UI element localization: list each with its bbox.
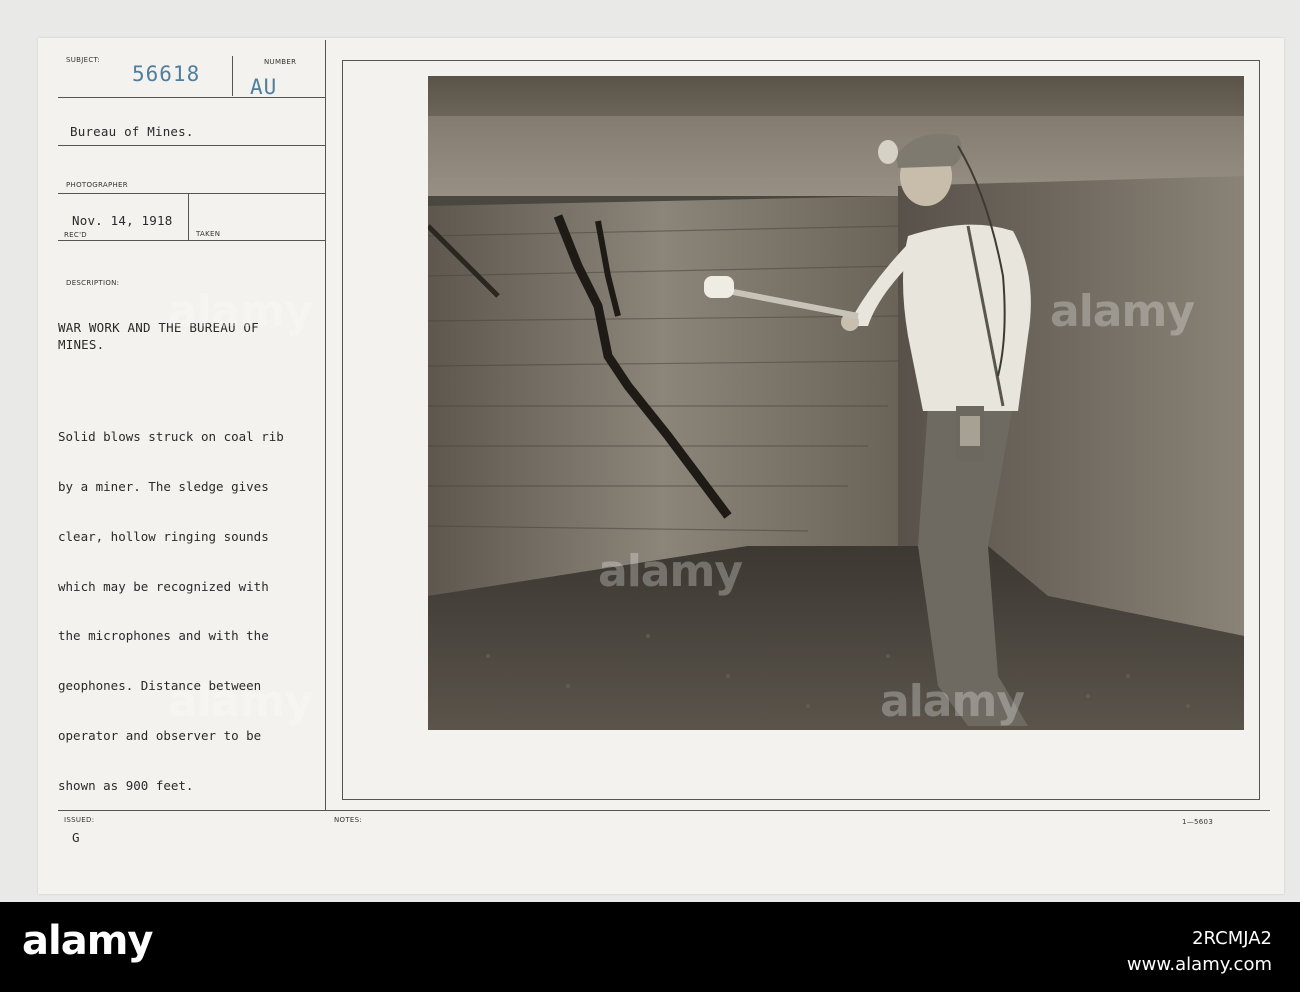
divider [58,193,326,194]
divider [58,240,326,241]
number-label: NUMBER [264,58,297,66]
subject-number: 56618 [132,62,201,86]
description-line: which may be recognized with [58,578,269,594]
divider [232,56,233,96]
description-line: by a miner. The sledge gives [58,478,269,494]
divider [188,194,189,240]
watermark-domain: www.alamy.com [1126,954,1272,975]
recd-label: REC'D [64,231,87,239]
watermark-overlay: alamy [168,286,313,337]
description-line: operator and observer to be [58,727,262,743]
watermark-overlay: alamy [1050,286,1195,337]
issued-value: G [72,830,80,845]
description-line: the microphones and with the [58,628,269,644]
watermark-bar [0,902,1300,992]
notes-label: NOTES: [334,816,363,824]
description-line: shown as 900 feet. [58,777,194,793]
watermark-overlay: alamy [880,676,1025,727]
description-text: Solid blows struck on coal rib by a mine… [58,396,328,811]
mine-photograph [428,76,1244,730]
issued-label: ISSUED: [64,816,95,824]
divider [58,145,326,146]
number-code: AU [250,75,278,99]
subject-label: SUBJECT: [66,56,101,64]
description-label: DESCRIPTION: [66,279,120,287]
watermark-overlay: alamy [598,546,743,597]
title-line-2: MINES. [58,337,105,352]
taken-label: TAKEN [196,230,221,238]
alamy-logo: alamy [22,918,153,964]
agency-name: Bureau of Mines. [70,124,194,139]
image-id: 2RCMJA2 [1192,928,1272,949]
miner-striking-coal-rib-image [428,76,1244,730]
watermark-overlay: alamy [168,676,313,727]
description-line: clear, hollow ringing sounds [58,528,269,544]
photographer-label: PHOTOGRAPHER [66,181,128,189]
divider [58,97,326,98]
date-received: Nov. 14, 1918 [72,213,173,228]
form-code: 1—5603 [1182,818,1214,826]
description-line: Solid blows struck on coal rib [58,429,284,445]
